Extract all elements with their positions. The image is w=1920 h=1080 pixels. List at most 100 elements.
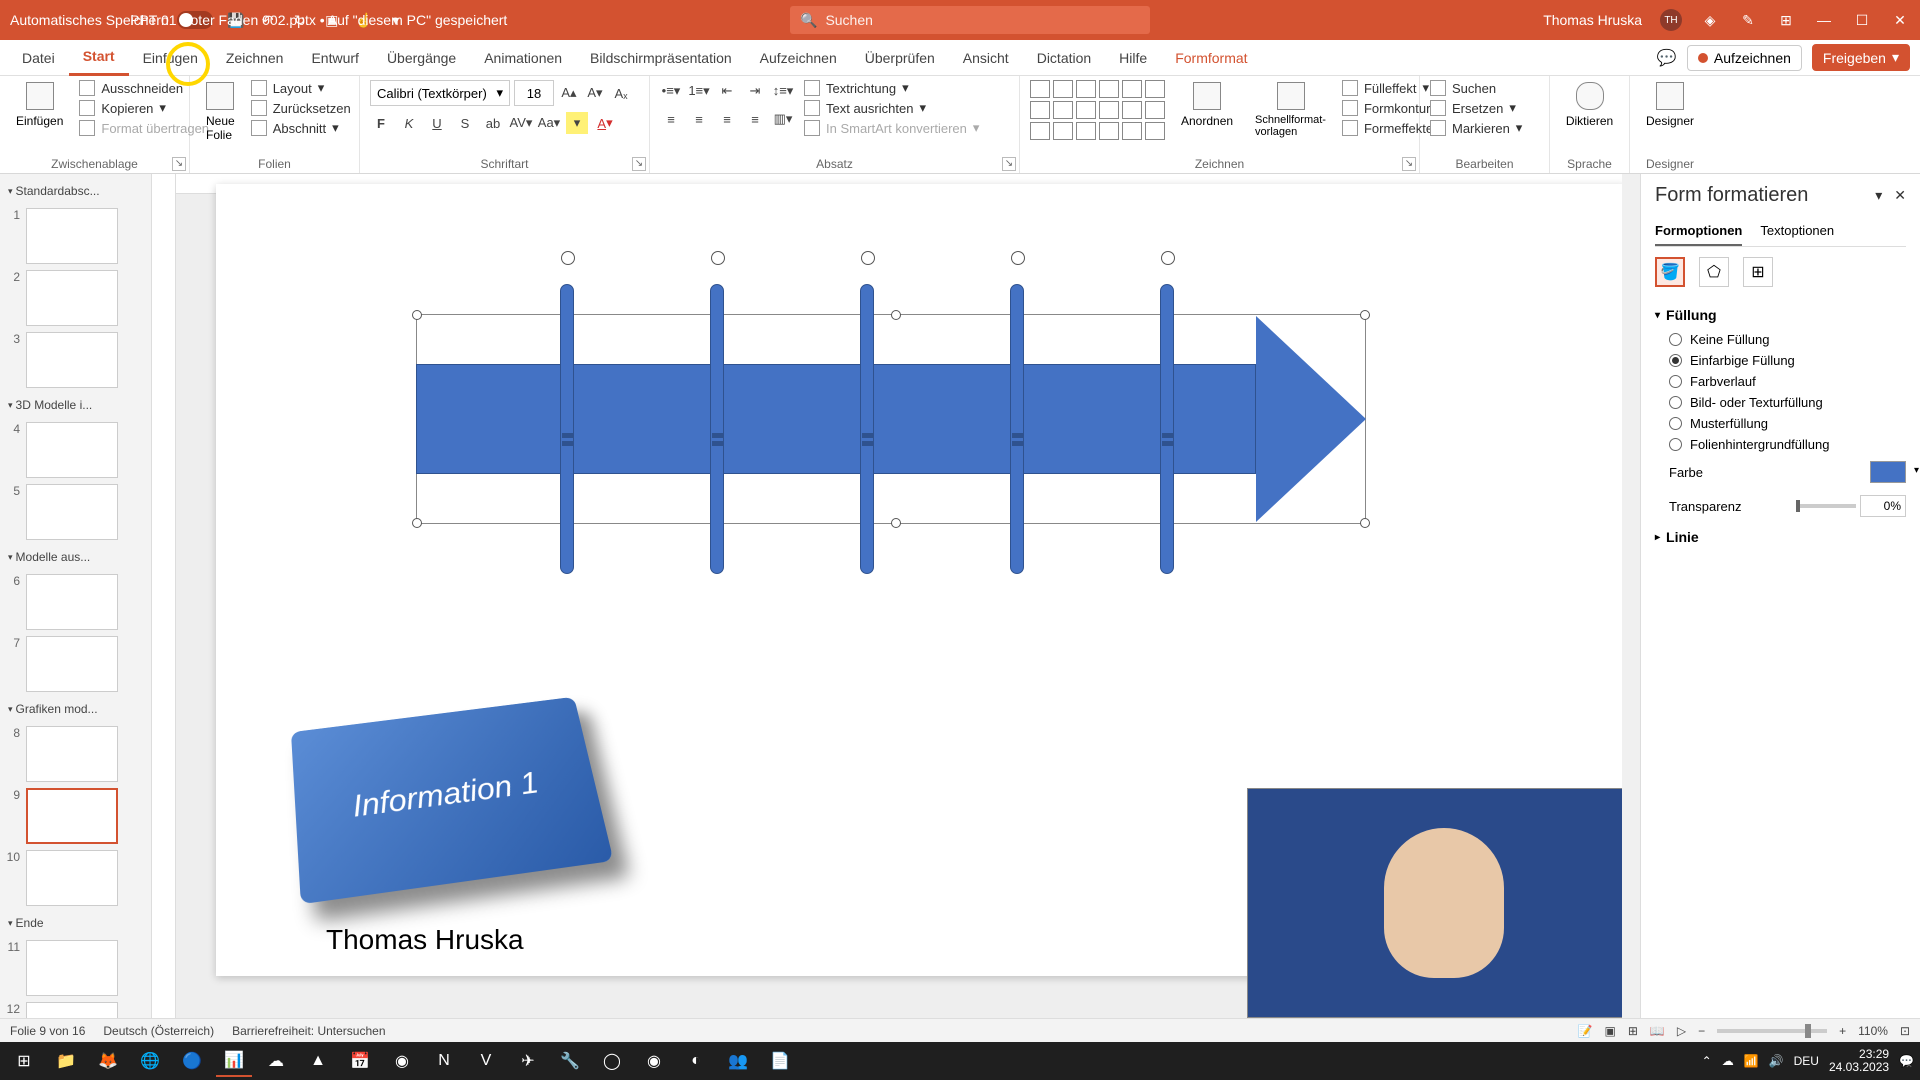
record-button[interactable]: Aufzeichnen: [1687, 45, 1802, 71]
shadow-icon[interactable]: ab: [482, 112, 504, 134]
normal-view-icon[interactable]: ▣: [1605, 1024, 1616, 1038]
fill-color-picker[interactable]: [1870, 461, 1906, 483]
section-header[interactable]: Standardabsc...: [6, 180, 145, 202]
close-icon[interactable]: ✕: [1890, 10, 1910, 30]
user-avatar[interactable]: TH: [1660, 9, 1682, 31]
sorter-view-icon[interactable]: ⊞: [1628, 1024, 1638, 1038]
pane-dropdown-icon[interactable]: ▾: [1875, 187, 1882, 204]
accessibility-status[interactable]: Barrierefreiheit: Untersuchen: [232, 1024, 385, 1038]
clear-format-icon[interactable]: Aₓ: [610, 82, 632, 104]
new-slide-button[interactable]: Neue Folie: [200, 80, 241, 144]
pane-close-icon[interactable]: ✕: [1894, 187, 1906, 204]
tab-hilfe[interactable]: Hilfe: [1105, 40, 1161, 76]
font-name-combo[interactable]: Calibri (Textkörper)▾: [370, 80, 510, 106]
pill-shape-1[interactable]: [560, 284, 574, 574]
slide-thumb-4[interactable]: [26, 422, 118, 478]
document-title[interactable]: PPT 01 Roter Faden 002.pptx • Auf "diese…: [130, 12, 507, 28]
zoom-slider[interactable]: [1717, 1029, 1827, 1033]
diamond-icon[interactable]: ◈: [1700, 10, 1720, 30]
selected-shapes-group[interactable]: [416, 314, 1366, 524]
app-icon[interactable]: 📅: [342, 1045, 378, 1077]
rotate-handle-icon[interactable]: [1011, 251, 1025, 265]
rotate-handle-icon[interactable]: [711, 251, 725, 265]
section-button[interactable]: Abschnitt ▾: [251, 120, 351, 136]
tab-einfuegen[interactable]: Einfügen: [129, 40, 212, 76]
app-icon[interactable]: 🔧: [552, 1045, 588, 1077]
keyboard-lang[interactable]: DEU: [1794, 1054, 1819, 1068]
strike-icon[interactable]: S: [454, 112, 476, 134]
numbering-icon[interactable]: 1≡▾: [688, 80, 710, 102]
case-icon[interactable]: Aa▾: [538, 112, 560, 134]
paragraph-dialog-icon[interactable]: ↘: [1002, 157, 1016, 171]
tab-uebergaenge[interactable]: Übergänge: [373, 40, 470, 76]
slide-thumb-12[interactable]: [26, 1002, 118, 1018]
onenote-icon[interactable]: N: [426, 1045, 462, 1077]
clipboard-dialog-icon[interactable]: ↘: [172, 157, 186, 171]
slide-thumb-3[interactable]: [26, 332, 118, 388]
transparency-slider[interactable]: [1796, 504, 1856, 508]
zoom-in-icon[interactable]: +: [1839, 1024, 1846, 1038]
quick-styles-button[interactable]: Schnellformat-vorlagen: [1249, 80, 1332, 140]
underline-icon[interactable]: U: [426, 112, 448, 134]
pattern-fill-radio[interactable]: Musterfüllung: [1655, 413, 1906, 434]
obs-icon[interactable]: ◯: [594, 1045, 630, 1077]
slide-thumb-10[interactable]: [26, 850, 118, 906]
size-tab-icon[interactable]: ⊞: [1743, 257, 1773, 287]
minimize-icon[interactable]: —: [1814, 10, 1834, 30]
replace-button[interactable]: Ersetzen ▾: [1430, 100, 1539, 116]
slide-thumbnails-panel[interactable]: Standardabsc... 1 2 3 3D Modelle i... 4 …: [0, 174, 152, 1018]
solid-fill-radio[interactable]: Einfarbige Füllung: [1655, 350, 1906, 371]
columns-icon[interactable]: ▥▾: [772, 108, 794, 130]
slide-thumb-9[interactable]: [26, 788, 118, 844]
tab-ueberpruefen[interactable]: Überprüfen: [851, 40, 949, 76]
vlc-icon[interactable]: ▲: [300, 1045, 336, 1077]
slide-bg-fill-radio[interactable]: Folienhintergrundfüllung: [1655, 434, 1906, 455]
font-color-icon[interactable]: A▾: [594, 112, 616, 134]
effects-tab-icon[interactable]: ⬠: [1699, 257, 1729, 287]
shapes-gallery[interactable]: [1030, 80, 1165, 140]
text-direction-button[interactable]: Textrichtung ▾: [804, 80, 979, 96]
pane-tab-shape[interactable]: Formoptionen: [1655, 217, 1742, 246]
select-button[interactable]: Markieren ▾: [1430, 120, 1539, 136]
info-3d-block[interactable]: Information 1: [291, 697, 614, 905]
app-icon[interactable]: ◉: [384, 1045, 420, 1077]
line-spacing-icon[interactable]: ↕≡▾: [772, 80, 794, 102]
pill-shape-5[interactable]: [1160, 284, 1174, 574]
app-icon[interactable]: 👥: [720, 1045, 756, 1077]
slide-counter[interactable]: Folie 9 von 16: [10, 1024, 85, 1038]
visio-icon[interactable]: V: [468, 1045, 504, 1077]
section-header[interactable]: Ende: [6, 912, 145, 934]
align-center-icon[interactable]: ≡: [688, 108, 710, 130]
clock[interactable]: 23:29 24.03.2023: [1829, 1048, 1889, 1074]
zoom-level[interactable]: 110%: [1858, 1024, 1888, 1038]
maximize-icon[interactable]: ☐: [1852, 10, 1872, 30]
fill-section-header[interactable]: Füllung: [1655, 301, 1906, 329]
arrange-button[interactable]: Anordnen: [1175, 80, 1239, 130]
justify-icon[interactable]: ≡: [744, 108, 766, 130]
find-button[interactable]: Suchen: [1430, 80, 1539, 96]
section-header[interactable]: Modelle aus...: [6, 546, 145, 568]
volume-icon[interactable]: 🔊: [1769, 1054, 1784, 1068]
pill-shape-4[interactable]: [1010, 284, 1024, 574]
tab-start[interactable]: Start: [69, 40, 129, 76]
fill-line-tab-icon[interactable]: 🪣: [1655, 257, 1685, 287]
app-icon[interactable]: ◐: [678, 1045, 714, 1077]
gradient-fill-radio[interactable]: Farbverlauf: [1655, 371, 1906, 392]
share-button[interactable]: Freigeben ▾: [1812, 44, 1910, 71]
italic-icon[interactable]: K: [398, 112, 420, 134]
notes-icon[interactable]: 📝: [1578, 1024, 1593, 1038]
font-dialog-icon[interactable]: ↘: [632, 157, 646, 171]
highlight-icon[interactable]: ▾: [566, 112, 588, 134]
bullets-icon[interactable]: •≡▾: [660, 80, 682, 102]
slide-thumb-6[interactable]: [26, 574, 118, 630]
inc-indent-icon[interactable]: ⇥: [744, 80, 766, 102]
handle-nw[interactable]: [412, 310, 422, 320]
powerpoint-icon[interactable]: 📊: [216, 1045, 252, 1077]
handle-sw[interactable]: [412, 518, 422, 528]
shrink-font-icon[interactable]: A▾: [584, 82, 606, 104]
cloud-icon[interactable]: ☁: [1722, 1054, 1734, 1068]
no-fill-radio[interactable]: Keine Füllung: [1655, 329, 1906, 350]
align-text-button[interactable]: Text ausrichten ▾: [804, 100, 979, 116]
pill-shape-3[interactable]: [860, 284, 874, 574]
transparency-input[interactable]: [1860, 495, 1906, 517]
